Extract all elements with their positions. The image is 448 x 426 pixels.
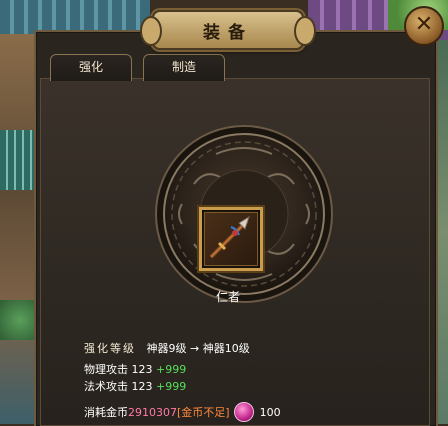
- magic-attack-row: 法术攻击 123 +999: [84, 378, 186, 394]
- physical-attack-label: 物理攻击: [84, 363, 128, 376]
- item-slot-frame: [204, 212, 258, 266]
- item-name: 仁者: [215, 290, 240, 304]
- close-button[interactable]: ✕: [404, 6, 444, 46]
- next-level: 神器10级: [202, 342, 250, 355]
- building-roof-left: [0, 0, 150, 34]
- gold-amount: 2910307: [128, 406, 177, 419]
- tab-enhance[interactable]: 强化: [50, 54, 132, 81]
- current-level: 神器9级: [146, 342, 187, 355]
- tab-craft[interactable]: 制造: [143, 54, 225, 81]
- cost-row: 消耗金币2910307[金币不足] 100: [84, 402, 281, 423]
- cost-label: 消耗金币: [84, 406, 128, 419]
- arrow-icon: →: [190, 342, 200, 355]
- spear-weapon-icon: [209, 215, 250, 259]
- insufficient-gold-warning: [金币不足]: [177, 406, 230, 419]
- enhance-level-row: 强化等级 神器9级 → 神器10级: [84, 340, 250, 356]
- physical-attack-value: 123: [131, 363, 153, 376]
- enhance-level-label: 强化等级: [84, 342, 136, 355]
- magic-attack-value: 123: [131, 380, 153, 393]
- material-count: 100: [259, 406, 281, 419]
- item-slot[interactable]: [199, 207, 263, 271]
- gem-currency-icon: [233, 402, 254, 422]
- physical-attack-bonus: +999: [156, 363, 187, 376]
- magic-attack-bonus: +999: [156, 380, 187, 393]
- title-banner: 装备: [140, 10, 316, 50]
- physical-attack-row: 物理攻击 123 +999: [84, 361, 186, 377]
- window-title: 装备: [203, 23, 253, 43]
- magic-attack-label: 法术攻击: [84, 380, 128, 393]
